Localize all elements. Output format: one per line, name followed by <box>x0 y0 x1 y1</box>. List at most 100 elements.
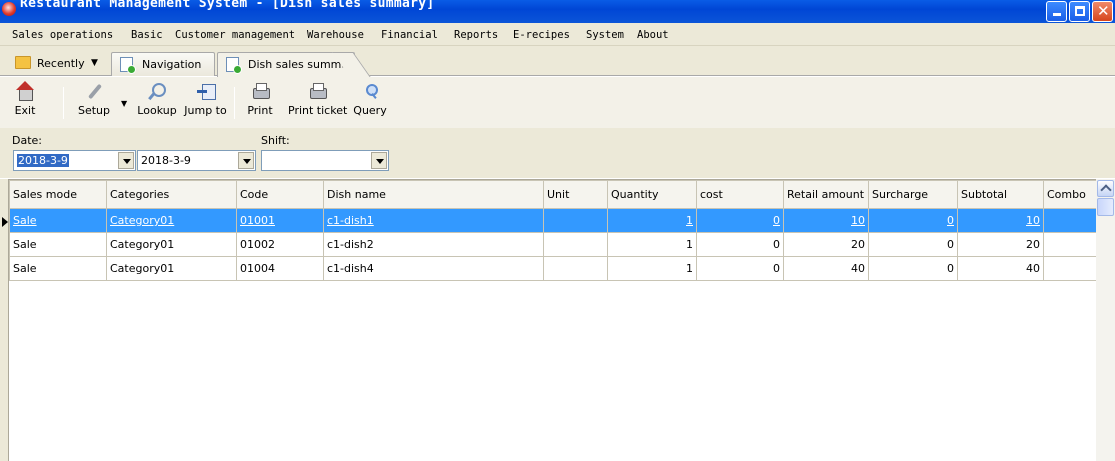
scroll-thumb[interactable] <box>1097 198 1114 216</box>
cell-retail-amount[interactable]: 20 <box>783 232 869 257</box>
setup-dropdown-icon[interactable]: ▼ <box>121 99 127 108</box>
cell-subtotal[interactable]: 10 <box>957 208 1044 233</box>
cell-sales-mode[interactable]: Sale <box>9 232 107 257</box>
cell-retail-amount[interactable]: 10 <box>783 208 869 233</box>
cell-sales-mode[interactable]: Sale <box>9 256 107 281</box>
cell-category[interactable]: Category01 <box>106 232 237 257</box>
cell-unit[interactable] <box>543 232 608 257</box>
cell-combo[interactable] <box>1043 208 1097 233</box>
column-header-sales-mode[interactable]: Sales mode <box>9 180 107 209</box>
jump-to-label: Jump to <box>184 104 227 117</box>
setup-button[interactable]: Setup <box>74 81 114 117</box>
menu-warehouse[interactable]: Warehouse <box>307 29 364 41</box>
tab-recently-label: Recently <box>37 57 85 70</box>
menu-basic[interactable]: Basic <box>131 29 163 41</box>
tab-navigation[interactable]: Navigation <box>111 52 215 76</box>
tab-dish-sales-summary[interactable]: Dish sales summary <box>217 52 359 77</box>
cell-quantity[interactable]: 1 <box>607 208 697 233</box>
cell-quantity[interactable]: 1 <box>607 256 697 281</box>
menu-system[interactable]: System <box>586 29 624 41</box>
tab-dish-sales-label: Dish sales summary <box>248 58 360 71</box>
dish-sales-grid[interactable]: Sales mode Categories Code Dish name Uni… <box>9 179 1115 461</box>
cell-combo[interactable] <box>1043 256 1097 281</box>
dropdown-arrow-icon[interactable] <box>371 152 387 169</box>
exit-button[interactable]: Exit <box>10 81 40 117</box>
cell-surcharge[interactable]: 0 <box>868 256 958 281</box>
date-to-select[interactable]: 2018-3-9 <box>137 150 256 171</box>
filter-panel: Date: Shift: 2018-3-9 2018-3-9 <box>0 128 1115 178</box>
print-ticket-button[interactable]: Print ticket <box>288 81 347 117</box>
column-header-surcharge[interactable]: Surcharge <box>868 180 958 209</box>
cell-surcharge[interactable]: 0 <box>868 232 958 257</box>
table-row[interactable]: Sale Category01 01002 c1-dish2 1 0 20 0 … <box>9 232 1097 257</box>
close-window-button[interactable]: ✕ <box>1092 1 1113 22</box>
cell-category[interactable]: Category01 <box>106 256 237 281</box>
restore-icon <box>1075 6 1085 16</box>
menu-bar: Sales operations Basic Customer manageme… <box>0 23 1115 46</box>
query-button[interactable]: Query <box>350 81 390 117</box>
dropdown-arrow-icon[interactable] <box>238 152 254 169</box>
cell-surcharge[interactable]: 0 <box>868 208 958 233</box>
cell-cost[interactable]: 0 <box>696 208 784 233</box>
column-header-combo[interactable]: Combo <box>1043 180 1097 209</box>
column-header-categories[interactable]: Categories <box>106 180 237 209</box>
menu-about[interactable]: About <box>637 29 669 41</box>
row-header-column <box>0 179 9 461</box>
column-header-dish-name[interactable]: Dish name <box>323 180 544 209</box>
menu-customer-management[interactable]: Customer management <box>175 29 295 41</box>
date-from-select[interactable]: 2018-3-9 <box>13 150 136 171</box>
tab-recently[interactable]: Recently ▼ <box>11 52 107 76</box>
column-header-unit[interactable]: Unit <box>543 180 608 209</box>
cell-combo[interactable] <box>1043 232 1097 257</box>
app-icon[interactable] <box>2 2 16 16</box>
home-icon <box>15 81 35 101</box>
cell-dish-name[interactable]: c1-dish2 <box>323 232 544 257</box>
cell-sales-mode[interactable]: Sale <box>9 208 107 233</box>
cell-retail-amount[interactable]: 40 <box>783 256 869 281</box>
table-row[interactable]: Sale Category01 01001 c1-dish1 1 0 10 0 … <box>9 208 1097 233</box>
setup-label: Setup <box>77 104 111 117</box>
cell-code[interactable]: 01004 <box>236 256 324 281</box>
toolbar-separator <box>234 87 235 119</box>
jump-to-button[interactable]: Jump to <box>183 81 228 117</box>
close-icon: ✕ <box>1097 2 1110 20</box>
cell-dish-name[interactable]: c1-dish4 <box>323 256 544 281</box>
shift-select[interactable] <box>261 150 389 171</box>
menu-sales-operations[interactable]: Sales operations <box>12 29 113 41</box>
cell-code[interactable]: 01001 <box>236 208 324 233</box>
query-label: Query <box>353 104 387 117</box>
column-header-cost[interactable]: cost <box>696 180 784 209</box>
date-to-value: 2018-3-9 <box>141 154 191 167</box>
minimize-button[interactable] <box>1046 1 1067 22</box>
cell-subtotal[interactable]: 20 <box>957 232 1044 257</box>
column-header-retail-amount[interactable]: Retail amount <box>783 180 869 209</box>
cell-cost[interactable]: 0 <box>696 256 784 281</box>
vertical-scrollbar[interactable] <box>1096 179 1115 461</box>
column-header-subtotal[interactable]: Subtotal <box>957 180 1044 209</box>
table-row[interactable]: Sale Category01 01004 c1-dish4 1 0 40 0 … <box>9 256 1097 281</box>
menu-e-recipes[interactable]: E-recipes <box>513 29 570 41</box>
cell-cost[interactable]: 0 <box>696 232 784 257</box>
cell-unit[interactable] <box>543 208 608 233</box>
window-title: Restaurant Management System - [Dish sal… <box>20 0 435 11</box>
printer-icon <box>307 81 327 101</box>
title-bar: Restaurant Management System - [Dish sal… <box>0 0 1115 23</box>
cell-subtotal[interactable]: 40 <box>957 256 1044 281</box>
lookup-button[interactable]: Lookup <box>136 81 178 117</box>
cell-category[interactable]: Category01 <box>106 208 237 233</box>
cell-quantity[interactable]: 1 <box>607 232 697 257</box>
search-icon <box>147 81 167 101</box>
date-label: Date: <box>12 134 42 147</box>
column-header-quantity[interactable]: Quantity <box>607 180 697 209</box>
scroll-up-button[interactable] <box>1097 180 1114 197</box>
menu-reports[interactable]: Reports <box>454 29 498 41</box>
print-button[interactable]: Print <box>245 81 275 117</box>
tab-strip: Recently ▼ Navigation Dish sales summary <box>0 46 1115 77</box>
maximize-button[interactable] <box>1069 1 1090 22</box>
cell-unit[interactable] <box>543 256 608 281</box>
dropdown-arrow-icon[interactable] <box>118 152 134 169</box>
menu-financial[interactable]: Financial <box>381 29 438 41</box>
column-header-code[interactable]: Code <box>236 180 324 209</box>
cell-code[interactable]: 01002 <box>236 232 324 257</box>
cell-dish-name[interactable]: c1-dish1 <box>323 208 544 233</box>
